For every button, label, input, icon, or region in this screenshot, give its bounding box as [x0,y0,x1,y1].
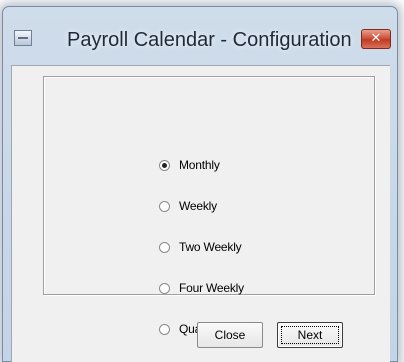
radio-four-weekly[interactable]: Four Weekly [159,279,244,297]
radio-weekly[interactable]: Weekly [159,197,217,215]
radio-label[interactable]: Four Weekly [179,281,244,295]
next-button-label: Next [281,326,339,344]
dialog-window: Payroll Calendar - Configuration ✕ Month… [2,6,398,362]
window-icon[interactable] [14,30,32,46]
window-title: Payroll Calendar - Configuration [67,29,352,51]
next-button[interactable]: Next [277,322,343,348]
close-button[interactable]: Close [197,322,263,348]
radio-monthly[interactable]: Monthly [159,156,220,174]
radio-button-icon[interactable] [159,323,170,335]
frequency-group-box: Monthly Weekly Two Weekly Four Weekly Qu… [43,76,375,336]
title-bar[interactable]: Payroll Calendar - Configuration ✕ [3,7,397,65]
radio-two-weekly[interactable]: Two Weekly [159,238,242,256]
close-icon: ✕ [370,31,382,46]
dialog-client-area: Monthly Weekly Two Weekly Four Weekly Qu… [11,65,390,362]
radio-label[interactable]: Weekly [179,199,217,213]
window-close-button[interactable]: ✕ [361,29,391,49]
radio-button-icon[interactable] [159,282,170,294]
radio-button-icon[interactable] [159,241,170,253]
radio-button-icon[interactable] [159,159,170,171]
radio-label[interactable]: Two Weekly [179,240,242,254]
radio-button-icon[interactable] [159,200,170,212]
radio-label[interactable]: Monthly [179,158,220,172]
